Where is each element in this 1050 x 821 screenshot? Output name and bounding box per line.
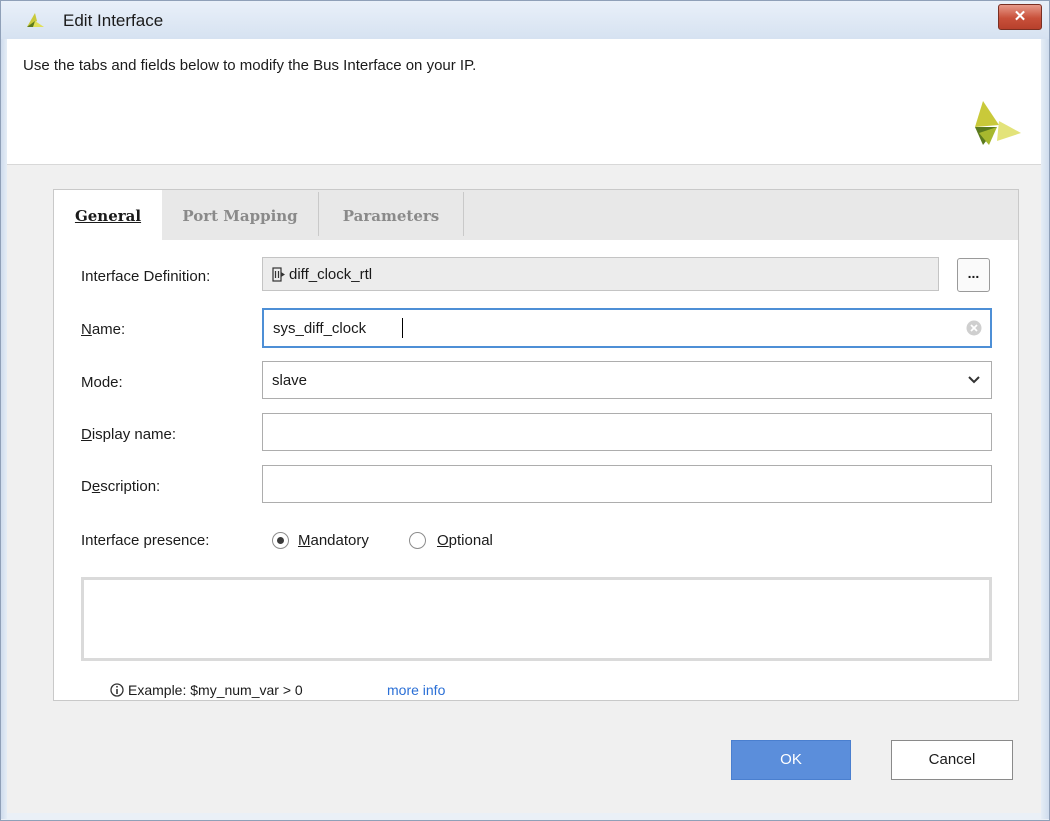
radio-optional-label[interactable]: Optional <box>437 532 493 549</box>
interface-presence-label: Interface presence: <box>81 532 210 549</box>
radio-selected-dot <box>277 537 284 544</box>
display-name-input[interactable] <box>262 413 992 451</box>
title-bar[interactable]: Edit Interface ✕ <box>1 1 1049 39</box>
tab-divider <box>463 192 464 236</box>
example-hint: Example: $my_num_var > 0 <box>128 682 303 698</box>
dialog-header: Use the tabs and fields below to modify … <box>7 39 1041 165</box>
radio-mandatory[interactable] <box>272 532 289 549</box>
tab-parameters-label: Parameters <box>342 207 440 225</box>
mode-select[interactable]: slave <box>262 361 992 399</box>
tab-general[interactable]: General <box>54 190 162 241</box>
name-label: Name: <box>81 321 126 338</box>
text-cursor <box>402 318 403 338</box>
mode-label: Mode: <box>81 374 123 391</box>
vivado-logo-icon <box>27 13 44 27</box>
vivado-logo-icon <box>975 101 1021 145</box>
window-title: Edit Interface <box>63 11 164 30</box>
tab-parameters[interactable]: Parameters <box>319 190 463 238</box>
edit-interface-dialog: Edit Interface ✕ Use the tabs and fields… <box>0 0 1050 821</box>
interface-definition-value: diff_clock_rtl <box>289 266 373 283</box>
name-input[interactable]: sys_diff_clock <box>262 308 992 348</box>
browse-button[interactable]: ... <box>957 258 990 292</box>
header-description: Use the tabs and fields below to modify … <box>23 57 477 74</box>
tab-port-mapping[interactable]: Port Mapping <box>162 190 318 238</box>
tab-port-mapping-label: Port Mapping <box>182 207 298 225</box>
cancel-button[interactable]: Cancel <box>891 740 1013 780</box>
tab-general-label: General <box>74 207 142 225</box>
ok-button[interactable]: OK <box>731 740 851 780</box>
expression-textarea[interactable] <box>81 577 992 661</box>
info-icon <box>110 683 124 697</box>
radio-optional[interactable] <box>409 532 426 549</box>
display-name-label: Display name: <box>81 426 177 443</box>
clear-field-icon[interactable] <box>966 320 982 336</box>
description-input[interactable] <box>262 465 992 503</box>
tab-bar: General Port Mapping Parameters <box>54 190 1018 241</box>
tab-panel: General Port Mapping Parameters Interfac… <box>53 189 1019 701</box>
radio-mandatory-label[interactable]: Mandatory <box>298 532 369 549</box>
name-value: sys_diff_clock <box>273 320 367 337</box>
interface-definition-label: Interface Definition: <box>81 268 211 285</box>
description-label: Description: <box>81 478 161 495</box>
bus-interface-icon <box>272 267 285 282</box>
close-button[interactable]: ✕ <box>998 4 1042 30</box>
more-info-link[interactable]: more info <box>387 682 445 698</box>
close-icon: ✕ <box>1013 8 1027 25</box>
mode-value: slave <box>272 372 308 389</box>
window-frame-right <box>1041 39 1049 819</box>
chevron-down-icon <box>968 376 980 384</box>
interface-definition-field: diff_clock_rtl <box>262 257 939 291</box>
dialog-body: General Port Mapping Parameters Interfac… <box>7 165 1041 813</box>
